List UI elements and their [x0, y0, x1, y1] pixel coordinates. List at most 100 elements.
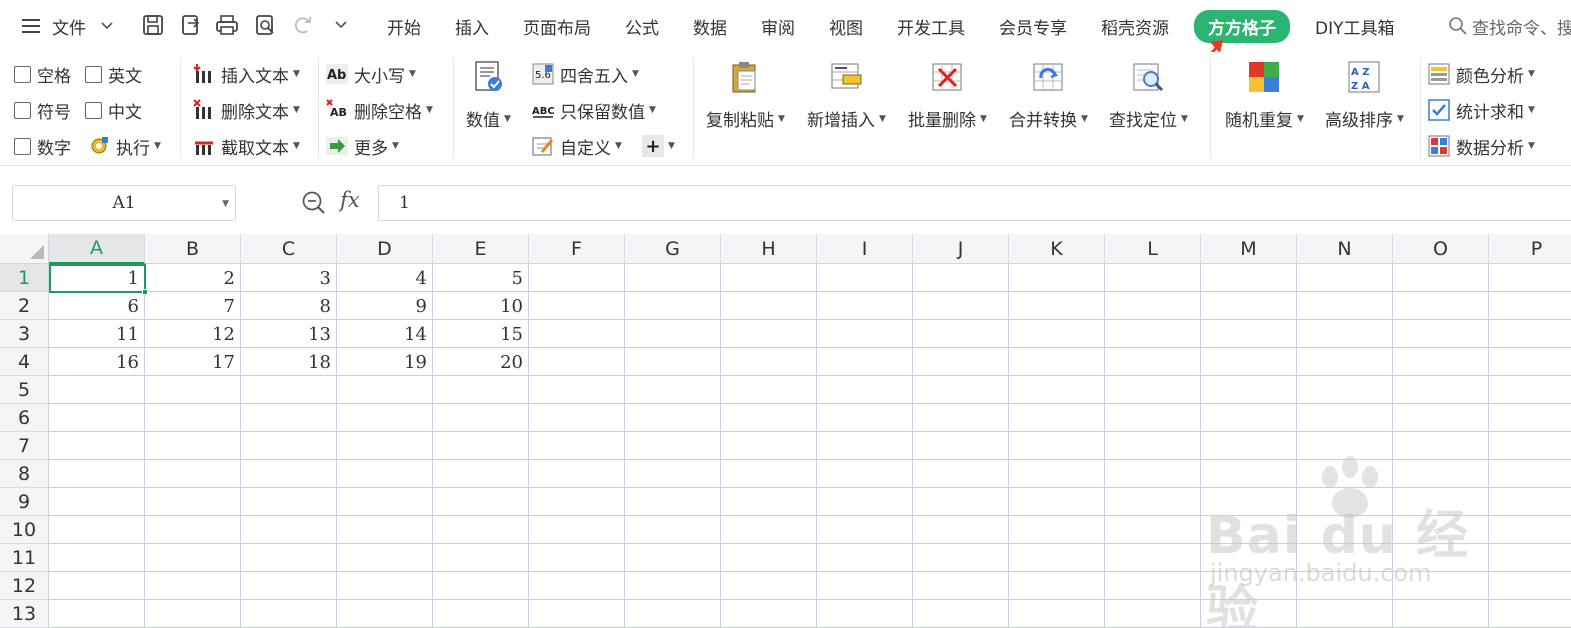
cell-a1[interactable]: 1 [49, 264, 145, 292]
case-button[interactable]: Ab 大小写 ▼ [326, 59, 416, 89]
search-command-input[interactable]: 查找命令、搜 [1448, 0, 1571, 52]
column-header-d[interactable]: D [337, 234, 433, 264]
file-menu-button[interactable]: 文件 [52, 0, 86, 52]
tab-6[interactable]: 审阅 [761, 14, 795, 39]
column-header-c[interactable]: C [241, 234, 337, 264]
column-header-p[interactable]: P [1489, 234, 1571, 264]
data-analysis-button[interactable]: 数据分析 ▼ [1428, 131, 1535, 161]
row-header-2[interactable]: 2 [0, 292, 48, 320]
export-pdf-icon[interactable] [176, 10, 206, 40]
column-header-b[interactable]: B [145, 234, 241, 264]
row-header-10[interactable]: 10 [0, 516, 48, 544]
delete-space-button[interactable]: AB 删除空格 ▼ [326, 95, 433, 125]
column-header-g[interactable]: G [625, 234, 721, 264]
numeric-button[interactable]: 数值 ▼ [466, 60, 511, 131]
round-button[interactable]: 5.6 四舍五入 ▼ [532, 59, 639, 89]
cell-c4[interactable]: 18 [241, 348, 337, 376]
tab-4[interactable]: 公式 [625, 14, 659, 39]
keep-numbers-button[interactable]: ABC 只保留数值 ▼ [532, 95, 656, 125]
cell-c3[interactable]: 13 [241, 320, 337, 348]
cell-c2[interactable]: 8 [241, 292, 337, 320]
tab-8[interactable]: 开发工具 [897, 14, 965, 39]
row-header-9[interactable]: 9 [0, 488, 48, 516]
cell-e2[interactable]: 10 [433, 292, 529, 320]
hamburger-menu-icon[interactable] [20, 0, 42, 52]
add-insert-button[interactable]: 新增插入 ▼ [807, 60, 886, 131]
tab-2[interactable]: 插入 [455, 14, 489, 39]
check-space[interactable]: 空格 [14, 59, 71, 89]
custom-button[interactable]: 自定义 ▼ [532, 131, 622, 161]
row-header-6[interactable]: 6 [0, 404, 48, 432]
tab-12[interactable]: DIY工具箱 [1315, 14, 1395, 39]
row-header-12[interactable]: 12 [0, 572, 48, 600]
row-header-8[interactable]: 8 [0, 460, 48, 488]
zoom-icon[interactable] [301, 190, 327, 216]
cell-a2[interactable]: 6 [49, 292, 145, 320]
advanced-sort-button[interactable]: A ZZ A 高级排序 ▼ [1325, 60, 1404, 131]
insert-text-button[interactable]: 插入文本 ▼ [193, 59, 300, 89]
tab-10[interactable]: 稻壳资源 [1101, 14, 1169, 39]
cut-text-button[interactable]: 截取文本 ▼ [193, 131, 300, 161]
merge-convert-button[interactable]: 合并转换 ▼ [1009, 60, 1088, 131]
print-icon[interactable] [212, 10, 242, 40]
row-header-7[interactable]: 7 [0, 432, 48, 460]
column-header-e[interactable]: E [433, 234, 529, 264]
cell-e4[interactable]: 20 [433, 348, 529, 376]
tab-3[interactable]: 页面布局 [523, 14, 591, 39]
cell-d3[interactable]: 14 [337, 320, 433, 348]
cell-b4[interactable]: 17 [145, 348, 241, 376]
check-symbol[interactable]: 符号 [14, 95, 71, 125]
batch-delete-button[interactable]: 批量删除 ▼ [908, 60, 987, 131]
copy-paste-button[interactable]: 复制粘贴 ▼ [706, 60, 785, 131]
column-header-i[interactable]: I [817, 234, 913, 264]
redo-icon[interactable] [288, 10, 318, 40]
check-number[interactable]: 数字 [14, 131, 71, 161]
check-chinese[interactable]: 中文 [85, 95, 142, 125]
tab-5[interactable]: 数据 [693, 14, 727, 39]
cell-d2[interactable]: 9 [337, 292, 433, 320]
more-button[interactable]: 更多 ▼ [326, 131, 399, 161]
row-header-13[interactable]: 13 [0, 600, 48, 628]
column-header-o[interactable]: O [1393, 234, 1489, 264]
dropdown-arrow-icon[interactable]: ▼ [222, 199, 229, 209]
execute-button[interactable]: 执行 ▼ [88, 131, 161, 161]
cell-b1[interactable]: 2 [145, 264, 241, 292]
cell-d4[interactable]: 19 [337, 348, 433, 376]
column-header-l[interactable]: L [1105, 234, 1201, 264]
save-icon[interactable] [138, 10, 168, 40]
find-locate-button[interactable]: 查找定位 ▼ [1109, 60, 1188, 131]
row-header-11[interactable]: 11 [0, 544, 48, 572]
color-analysis-button[interactable]: 颜色分析 ▼ [1428, 59, 1535, 89]
check-english[interactable]: 英文 [85, 59, 142, 89]
column-header-a[interactable]: A [49, 234, 145, 264]
cell-a4[interactable]: 16 [49, 348, 145, 376]
insert-function-button[interactable]: fx [340, 188, 360, 212]
column-header-n[interactable]: N [1297, 234, 1393, 264]
column-header-j[interactable]: J [913, 234, 1009, 264]
cell-e1[interactable]: 5 [433, 264, 529, 292]
row-header-5[interactable]: 5 [0, 376, 48, 404]
tab-9[interactable]: 会员专享 [999, 14, 1067, 39]
row-header-1[interactable]: 1 [0, 264, 48, 292]
column-header-k[interactable]: K [1009, 234, 1105, 264]
cell-b2[interactable]: 7 [145, 292, 241, 320]
cell-b3[interactable]: 12 [145, 320, 241, 348]
column-header-h[interactable]: H [721, 234, 817, 264]
stat-sum-button[interactable]: 统计求和 ▼ [1428, 95, 1535, 125]
cell-d1[interactable]: 4 [337, 264, 433, 292]
tab-7[interactable]: 视图 [829, 14, 863, 39]
column-header-f[interactable]: F [529, 234, 625, 264]
plus-button[interactable]: + ▼ [642, 131, 675, 161]
cell-e3[interactable]: 15 [433, 320, 529, 348]
tab-1[interactable]: 开始 [387, 14, 421, 39]
customize-toolbar-icon[interactable] [326, 10, 356, 40]
row-header-4[interactable]: 4 [0, 348, 48, 376]
row-header-3[interactable]: 3 [0, 320, 48, 348]
cell-a3[interactable]: 11 [49, 320, 145, 348]
random-repeat-button[interactable]: 随机重复 ▼ [1225, 60, 1304, 131]
column-header-m[interactable]: M [1201, 234, 1297, 264]
select-all-corner[interactable] [0, 234, 49, 264]
chevron-down-icon[interactable] [100, 0, 116, 52]
formula-input[interactable]: 1 [378, 185, 1571, 221]
print-preview-icon[interactable] [250, 10, 280, 40]
